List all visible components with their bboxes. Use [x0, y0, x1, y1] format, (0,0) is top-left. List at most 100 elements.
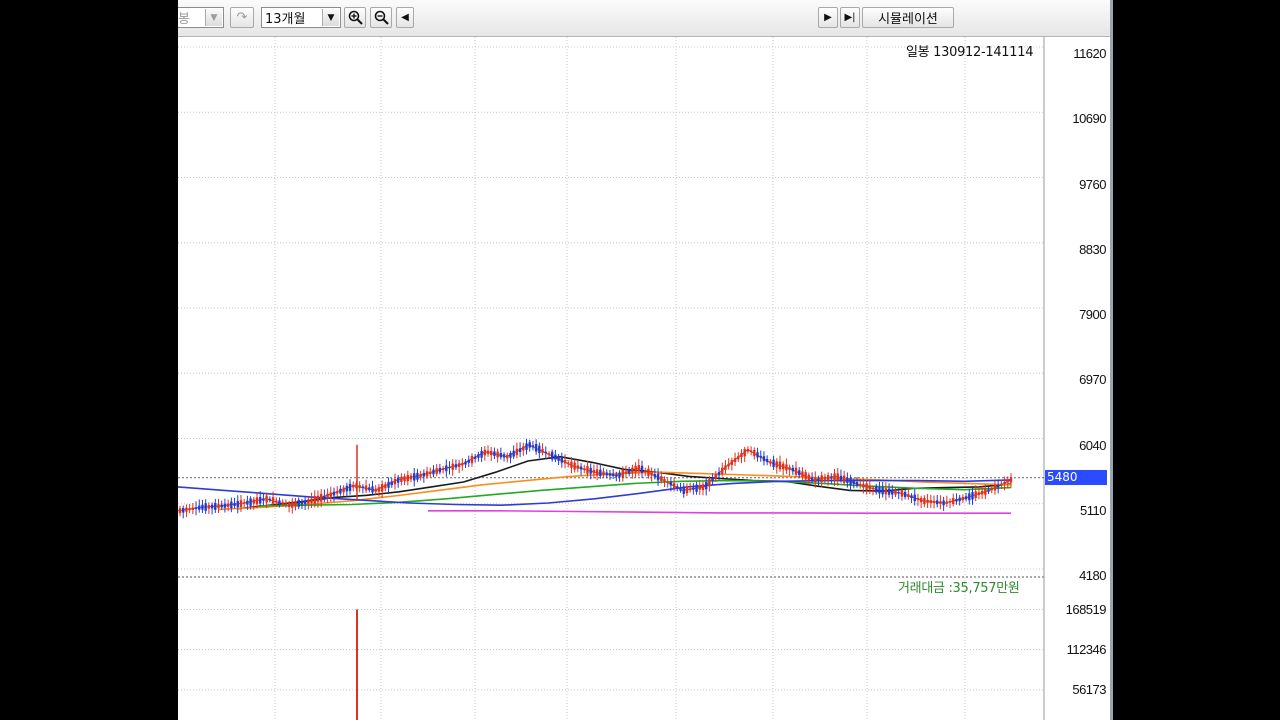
candle-body	[910, 495, 913, 499]
candle-body	[287, 503, 291, 508]
candle-body	[759, 455, 762, 458]
scroll-left-button[interactable]: ◀	[396, 7, 414, 28]
candle-body	[541, 448, 544, 453]
candle-body	[406, 475, 410, 482]
candle-body	[814, 477, 817, 482]
simulation-button[interactable]: 시뮬레이션	[862, 7, 954, 28]
volume-tick-label: 56173	[1072, 681, 1106, 697]
candle-body	[913, 494, 916, 502]
candle-body	[798, 470, 801, 476]
candle-body	[467, 459, 470, 463]
candle-body	[557, 456, 560, 461]
period-combo[interactable]: 13개월 ▼	[261, 7, 341, 28]
candle-body	[586, 466, 589, 474]
candle-body	[576, 465, 580, 469]
candle-body	[409, 475, 413, 480]
window-border	[1110, 0, 1113, 720]
candle-body	[339, 488, 342, 494]
candle-body	[775, 461, 778, 468]
candle-body	[220, 504, 223, 508]
candle-body	[592, 470, 596, 474]
candle-body	[188, 508, 191, 511]
candle-body	[396, 477, 400, 483]
candle-body	[762, 456, 766, 462]
candle-body	[968, 493, 971, 501]
candle-body	[214, 502, 217, 510]
candle-body	[900, 490, 904, 497]
current-price-tag: 5480	[1045, 469, 1107, 485]
play-button[interactable]: ▶	[818, 7, 838, 28]
candle-body	[252, 499, 255, 504]
candle-body	[993, 484, 997, 491]
price-volume-chart[interactable]	[178, 37, 1110, 720]
candle-body	[605, 472, 608, 476]
candle-body	[791, 467, 795, 472]
candle-body	[210, 504, 214, 509]
candle-body	[583, 468, 586, 470]
price-tick-label: 6970	[1079, 372, 1106, 388]
candle-body	[615, 474, 618, 477]
candle-body	[490, 450, 493, 456]
price-tick-label: 5110	[1080, 502, 1106, 518]
chart-type-combo[interactable]: 봉 ▼	[178, 7, 224, 28]
candle-body	[515, 448, 519, 456]
candle-body	[891, 489, 894, 495]
candle-body	[676, 486, 679, 489]
price-tick-label: 11620	[1073, 46, 1106, 61]
dropdown-arrow-icon[interactable]: ▼	[205, 9, 222, 26]
step-end-icon: ▶|	[844, 12, 856, 23]
chart-area[interactable]: 일봉 130912-141114 거래대금 :35,757만원 5480 116…	[178, 37, 1110, 720]
candle-body	[881, 487, 884, 495]
candle-body	[496, 451, 499, 458]
candle-body	[364, 485, 368, 491]
candle-body	[820, 475, 823, 482]
candle-body	[435, 468, 438, 474]
dropdown-arrow-icon[interactable]: ▼	[322, 9, 339, 26]
candle-body	[878, 487, 881, 494]
candle-body	[749, 450, 753, 452]
zoom-out-icon	[374, 10, 389, 25]
candle-body	[217, 504, 220, 509]
zoom-out-button[interactable]	[370, 7, 392, 28]
candle-body	[445, 465, 448, 472]
zoom-in-button[interactable]	[344, 7, 366, 28]
zoom-in-icon	[348, 10, 363, 25]
candle-body	[897, 492, 900, 494]
step-end-button[interactable]: ▶|	[840, 7, 860, 28]
candle-body	[830, 476, 833, 478]
chart-toolbar: 봉 ▼ ↷ 13개월 ▼ ◀ ▶ ▶| 시뮬레이션	[178, 0, 1110, 37]
candle-body	[345, 485, 349, 492]
candle-body	[316, 495, 320, 502]
candle-body	[810, 477, 814, 481]
candle-body	[833, 473, 836, 480]
candle-body	[522, 446, 525, 451]
candle-body	[547, 453, 551, 455]
candle-body	[1003, 481, 1006, 485]
redo-icon: ↷	[236, 10, 248, 25]
candle-body	[958, 497, 961, 502]
candle-body	[534, 444, 538, 452]
candle-body	[842, 475, 846, 483]
candle-body	[862, 483, 865, 488]
candle-body	[990, 488, 993, 491]
redo-button[interactable]: ↷	[230, 7, 254, 28]
candle-body	[332, 491, 336, 496]
candle-body	[698, 485, 701, 490]
candle-body	[711, 477, 714, 482]
candle-body	[531, 445, 535, 448]
price-tick-label: 7900	[1079, 307, 1106, 322]
candle-body	[506, 454, 509, 459]
candle-body	[573, 462, 576, 470]
candle-body	[512, 450, 515, 457]
candle-body	[801, 471, 804, 478]
candle-body	[178, 508, 182, 514]
candle-body	[929, 500, 932, 504]
candle-body	[666, 481, 669, 483]
candle-body	[239, 500, 243, 508]
candle-body	[509, 452, 512, 458]
candle-body	[708, 479, 711, 487]
candle-body	[685, 486, 689, 494]
candle-body	[198, 505, 201, 510]
candle-body	[859, 483, 862, 486]
grid	[178, 37, 1045, 720]
